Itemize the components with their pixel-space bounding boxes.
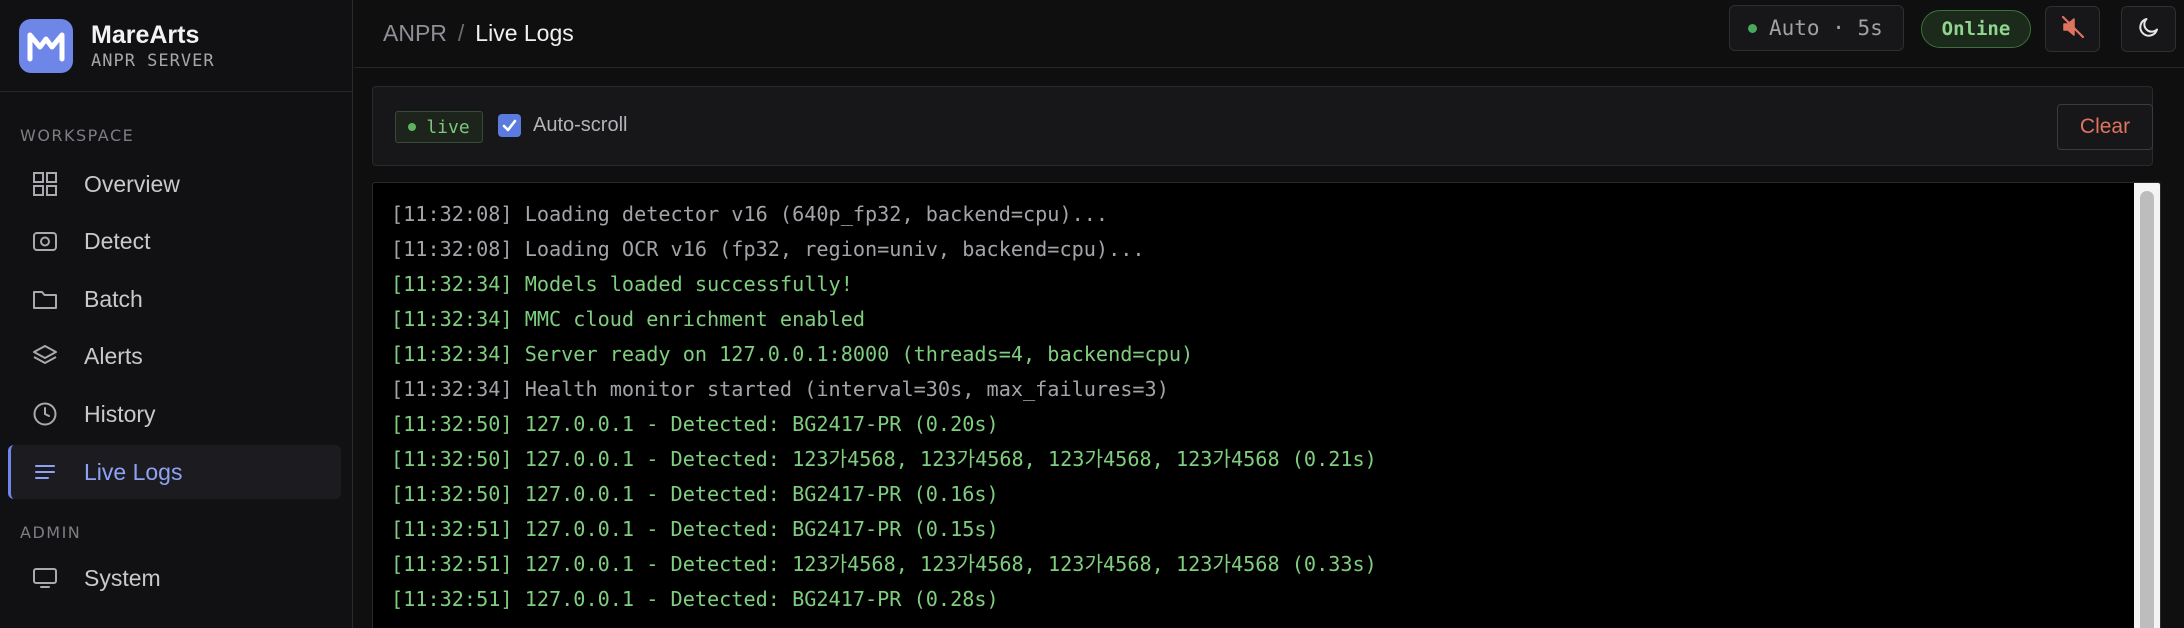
log-line: [11:32:34] MMC cloud enrichment enabled xyxy=(391,307,866,331)
log-line: [11:32:08] Loading OCR v16 (fp32, region… xyxy=(391,237,1145,261)
sidebar-item-overview[interactable]: Overview xyxy=(8,157,341,211)
brand-name: MareArts xyxy=(91,20,200,49)
log-scrollbar[interactable] xyxy=(2134,183,2160,628)
autoscroll-toggle[interactable]: Auto-scroll xyxy=(498,114,627,137)
speaker-muted-icon xyxy=(2060,14,2086,45)
marearts-logo-icon xyxy=(19,18,73,73)
auto-refresh-indicator xyxy=(1748,23,1757,33)
log-viewer[interactable]: [11:32:08] Loading detector v16 (640p_fp… xyxy=(372,182,2161,628)
sidebar-item-label: Detect xyxy=(84,227,151,254)
log-line: [11:32:08] Loading detector v16 (640p_fp… xyxy=(391,202,1109,226)
live-label: live xyxy=(426,116,470,138)
list-icon xyxy=(30,457,60,487)
log-line: [11:32:51] 127.0.0.1 - Detected: BG2417-… xyxy=(391,517,999,541)
section-label-workspace: WORKSPACE xyxy=(20,126,135,145)
autoscroll-label: Auto-scroll xyxy=(533,114,628,136)
breadcrumb-separator: / xyxy=(457,20,465,46)
camera-icon xyxy=(30,226,60,256)
clear-button[interactable]: Clear xyxy=(2057,104,2153,150)
section-label-admin: ADMIN xyxy=(20,523,82,542)
mute-button[interactable] xyxy=(2045,6,2100,52)
log-line: [11:32:34] Server ready on 127.0.0.1:800… xyxy=(391,342,1194,366)
sidebar-item-label: Alerts xyxy=(84,342,143,369)
sidebar-item-label: Overview xyxy=(84,170,180,197)
log-line: [11:32:50] 127.0.0.1 - Detected: 123가456… xyxy=(391,447,1377,471)
theme-toggle-button[interactable] xyxy=(2121,6,2176,52)
sidebar-item-label: Batch xyxy=(84,285,143,312)
live-badge: live xyxy=(395,111,483,143)
log-toolbar: live Auto-scroll Clear xyxy=(372,86,2153,166)
brand: MareArts ANPR SERVER xyxy=(0,0,352,92)
sidebar: MareArts ANPR SERVER WORKSPACE Overview … xyxy=(0,0,353,628)
top-bar: ANPR / Live Logs Auto · 5s Online xyxy=(354,0,2184,68)
sidebar-item-label: Live Logs xyxy=(84,458,183,485)
log-line: [11:32:51] 127.0.0.1 - Detected: BG2417-… xyxy=(391,587,999,611)
sidebar-item-live-logs[interactable]: Live Logs xyxy=(8,445,341,499)
log-line: [11:32:50] 127.0.0.1 - Detected: BG2417-… xyxy=(391,412,999,436)
checkmark-icon xyxy=(502,119,517,132)
auto-refresh-toggle[interactable]: Auto · 5s xyxy=(1729,5,1904,51)
sidebar-item-history[interactable]: History xyxy=(8,387,341,441)
breadcrumb: ANPR / Live Logs xyxy=(383,20,574,47)
sidebar-item-label: System xyxy=(84,564,161,591)
auto-refresh-label: Auto · 5s xyxy=(1769,16,1883,40)
breadcrumb-root[interactable]: ANPR xyxy=(383,20,447,47)
live-indicator xyxy=(408,123,417,131)
status-badge: Online xyxy=(1921,10,2031,48)
sidebar-item-batch[interactable]: Batch xyxy=(8,272,341,326)
brand-subtitle: ANPR SERVER xyxy=(91,50,215,71)
page-title: Live Logs xyxy=(475,20,574,46)
clock-icon xyxy=(30,399,60,429)
sidebar-item-alerts[interactable]: Alerts xyxy=(8,329,341,383)
moon-icon xyxy=(2137,15,2161,44)
monitor-icon xyxy=(30,563,60,593)
log-line: [11:32:34] Health monitor started (inter… xyxy=(391,377,1169,401)
autoscroll-checkbox[interactable] xyxy=(498,114,521,137)
folder-icon xyxy=(30,284,60,314)
layers-icon xyxy=(30,341,60,371)
log-line: [11:32:34] Models loaded successfully! xyxy=(391,272,853,296)
grid-icon xyxy=(30,169,60,199)
sidebar-item-system[interactable]: System xyxy=(8,551,341,605)
log-line: [11:32:50] 127.0.0.1 - Detected: BG2417-… xyxy=(391,482,999,506)
log-line: [11:32:51] 127.0.0.1 - Detected: 123가456… xyxy=(391,552,1377,576)
sidebar-item-label: History xyxy=(84,400,156,427)
log-scrollbar-thumb[interactable] xyxy=(2140,191,2154,628)
sidebar-item-detect[interactable]: Detect xyxy=(8,214,341,268)
log-lines: [11:32:08] Loading detector v16 (640p_fp… xyxy=(391,197,1377,617)
